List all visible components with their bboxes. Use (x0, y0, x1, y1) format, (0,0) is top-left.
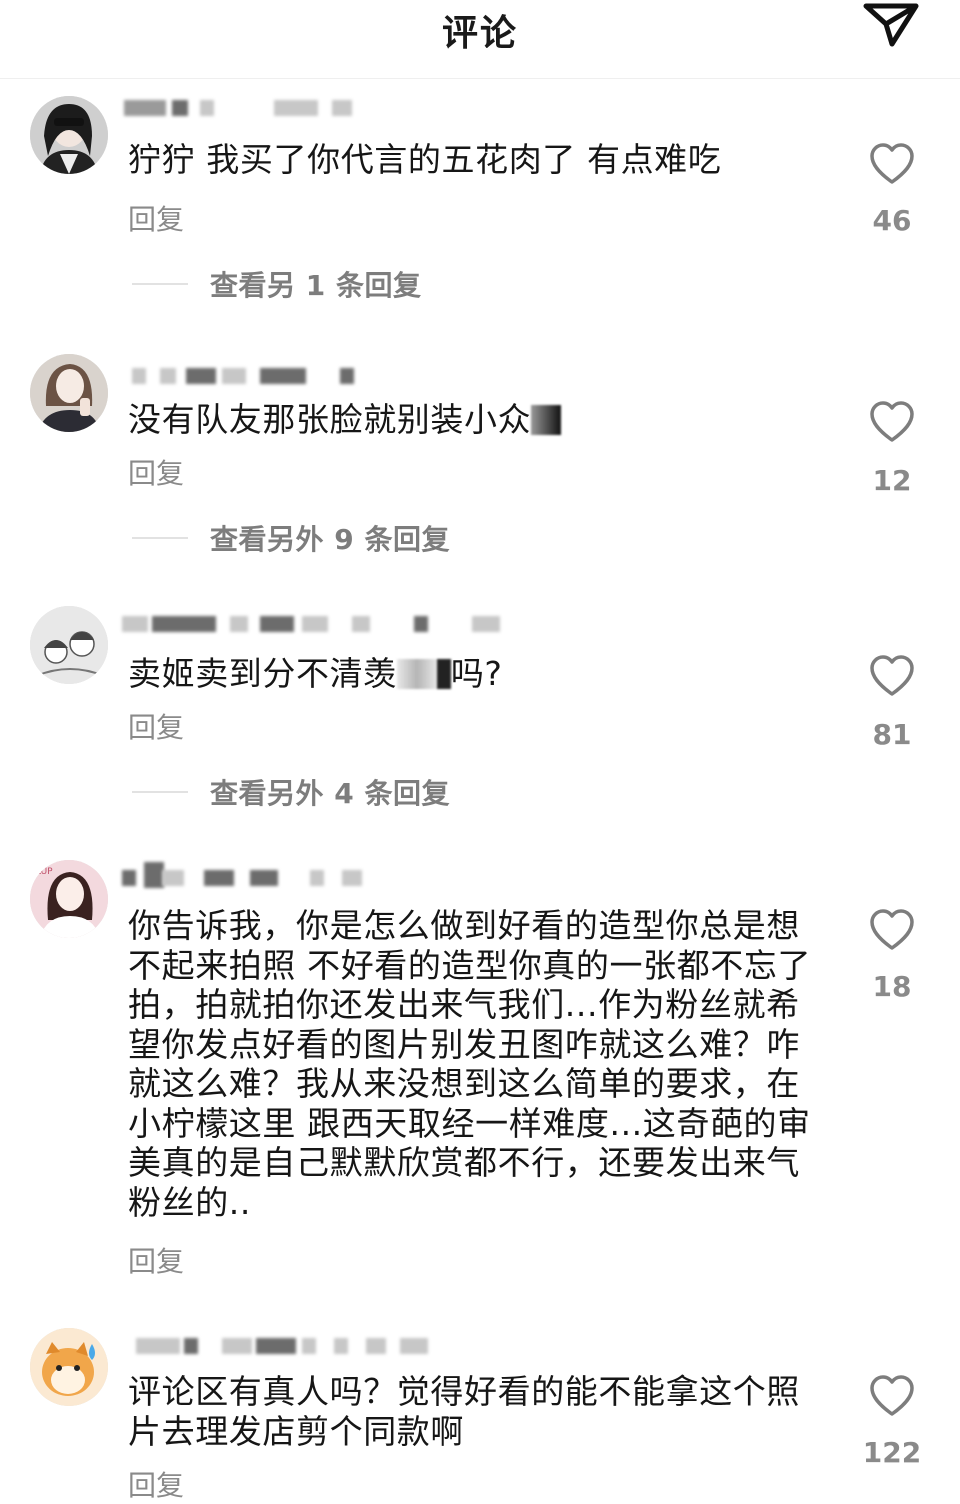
heart-outline-icon[interactable] (868, 142, 916, 186)
avatar[interactable] (30, 354, 108, 432)
username-redacted[interactable] (122, 96, 542, 122)
heart-outline-icon[interactable] (868, 908, 916, 952)
view-more-replies-label: 查看另外 9 条回复 (210, 523, 450, 556)
heart-outline-icon[interactable] (868, 400, 916, 444)
divider-line (132, 283, 188, 285)
like-count: 81 (872, 718, 912, 751)
heart-outline-icon[interactable] (868, 1374, 916, 1418)
view-more-replies-label: 查看另外 4 条回复 (210, 777, 450, 810)
divider-line (132, 537, 188, 539)
reply-button[interactable]: 回复 (128, 452, 184, 492)
comment-text: 没有队友那张脸就别装小众 (128, 400, 828, 440)
username-redacted[interactable] (122, 364, 542, 390)
like-count: 18 (872, 970, 912, 1003)
reply-button[interactable]: 回复 (128, 1464, 184, 1504)
share-icon[interactable] (862, 0, 920, 52)
like-count: 12 (872, 464, 912, 497)
svg-text:LUP: LUP (36, 867, 53, 877)
page-title: 评论 (441, 13, 518, 54)
username-redacted[interactable] (122, 862, 542, 892)
avatar[interactable]: LUP (30, 860, 108, 938)
divider-line (132, 791, 188, 793)
like-count: 122 (862, 1436, 922, 1469)
view-more-replies-label: 查看另 1 条回复 (210, 269, 422, 302)
username-redacted[interactable] (122, 1334, 542, 1360)
avatar[interactable] (30, 96, 108, 174)
reply-button[interactable]: 回复 (128, 198, 184, 238)
heart-outline-icon[interactable] (868, 654, 916, 698)
comment-text: 你告诉我，你是怎么做到好看的造型你总是想 不起来拍照 不好看的造型你真的一张都不… (128, 906, 812, 1222)
like-count: 46 (872, 204, 912, 237)
avatar[interactable] (30, 606, 108, 684)
reply-button[interactable]: 回复 (128, 706, 184, 746)
comment-text: 评论区有真人吗？觉得好看的能不能拿这个照 片去理发店剪个同款啊 (128, 1372, 800, 1451)
header: 评论 (0, 0, 960, 79)
reply-button[interactable]: 回复 (128, 1240, 184, 1280)
comment-text: 狞狞 我买了你代言的五花肉了 有点难吃 (128, 140, 722, 179)
avatar[interactable] (30, 1328, 108, 1406)
comment-text: 卖姬卖到分不清羡 吗? (128, 654, 503, 693)
username-redacted[interactable] (122, 612, 542, 638)
